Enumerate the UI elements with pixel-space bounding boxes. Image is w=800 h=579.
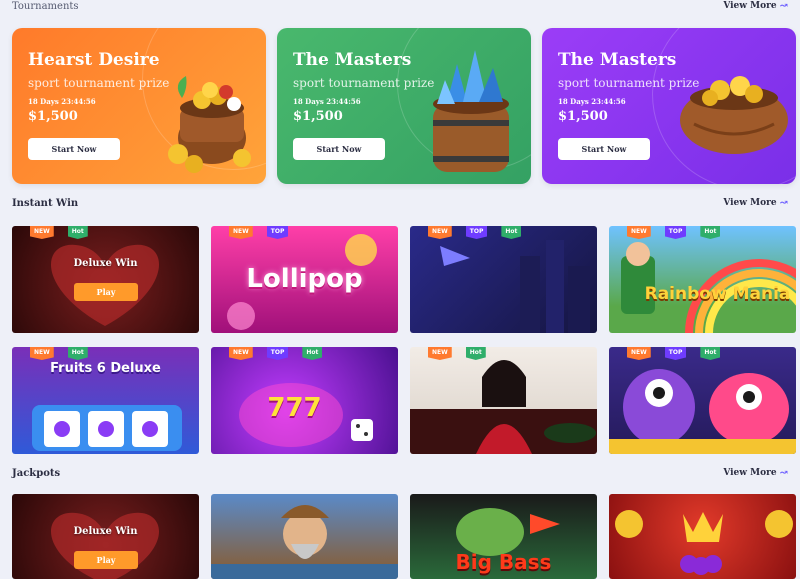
game-tile[interactable] <box>211 494 398 579</box>
game-tile[interactable]: NEW TOP Hot 777 <box>211 347 398 454</box>
play-button[interactable]: Play <box>74 551 138 569</box>
tournament-timer: 18 Days 23:44:56 <box>293 97 361 106</box>
game-tile[interactable]: NEW TOP Hot <box>609 347 796 454</box>
tournaments-header: Tournaments View More ↝ <box>12 0 788 14</box>
start-now-button[interactable]: Start Now <box>293 138 385 160</box>
tag-new: NEW <box>229 347 253 360</box>
game-tile[interactable]: NEW TOP Lollipop <box>211 226 398 333</box>
game-tile[interactable]: NEW TOP Hot Rainbow Mania <box>609 226 796 333</box>
tag-new: NEW <box>229 226 253 239</box>
overlay-title: Deluxe Win <box>73 258 138 269</box>
tag-new: NEW <box>428 347 452 360</box>
heart-artwork <box>50 244 160 326</box>
tag-row: NEW Hot <box>30 226 88 239</box>
play-button[interactable]: Play <box>74 283 138 301</box>
live-dealer-artwork <box>410 360 597 454</box>
game-title: Rainbow Mania <box>644 284 791 304</box>
tag-hot: Hot <box>67 226 88 239</box>
monsters-artwork <box>609 369 796 454</box>
fisherman-artwork <box>211 505 398 579</box>
crystal-barrel-illustration <box>433 50 509 172</box>
tournament-card[interactable]: Hearst Desire sport tournament prize 18 … <box>12 28 266 184</box>
tag-new: NEW <box>627 347 651 360</box>
tag-top: TOP <box>266 226 289 239</box>
section-title: Tournaments <box>12 0 79 12</box>
tag-new: NEW <box>627 226 651 239</box>
tournament-prize: $1,500 <box>558 109 608 124</box>
start-now-button[interactable]: Start Now <box>28 138 120 160</box>
start-now-button[interactable]: Start Now <box>558 138 650 160</box>
crown-fruits-artwork <box>615 510 793 575</box>
game-tile[interactable]: NEW Hot Deluxe Win Play <box>12 226 199 333</box>
tag-new: NEW <box>30 226 54 239</box>
tag-top: TOP <box>664 347 687 360</box>
tag-top: TOP <box>465 226 488 239</box>
tournament-card[interactable]: The Masters sport tournament prize 18 Da… <box>277 28 531 184</box>
rainbow-artwork <box>621 242 796 333</box>
tag-top: TOP <box>266 347 289 360</box>
tag-new: NEW <box>428 226 452 239</box>
tournament-timer: 18 Days 23:44:56 <box>28 97 96 106</box>
view-more-link[interactable]: View More ↝ <box>723 198 788 209</box>
tag-row: NEW TOP Hot <box>428 226 522 239</box>
game-tile[interactable] <box>609 494 796 579</box>
game-title: 777 <box>267 393 322 423</box>
view-more-link[interactable]: View More ↝ <box>723 468 788 479</box>
tournament-subtitle: sport tournament prize <box>293 76 435 90</box>
game-title: Fruits 6 Deluxe <box>50 361 161 376</box>
game-title: Big Bass <box>455 550 552 574</box>
game-tile[interactable]: NEW Hot <box>410 347 597 454</box>
gold-pot-illustration <box>680 76 788 154</box>
section-title: Jackpots <box>12 467 61 479</box>
game-tile[interactable]: NEW TOP Hot <box>410 226 597 333</box>
tournament-title: The Masters <box>293 50 412 70</box>
instant-win-header: Instant Win View More ↝ <box>12 195 788 211</box>
tag-hot: Hot <box>302 347 323 360</box>
tournament-title: The Masters <box>558 50 677 70</box>
tag-hot: Hot <box>67 347 88 360</box>
tournament-subtitle: sport tournament prize <box>558 76 700 90</box>
tag-row: NEW TOP <box>229 226 289 239</box>
tag-hot: Hot <box>501 226 522 239</box>
tag-hot: Hot <box>700 347 721 360</box>
overlay-title: Deluxe Win <box>73 526 138 537</box>
jackpots-header: Jackpots View More ↝ <box>12 465 788 481</box>
dark-city-artwork <box>440 240 590 333</box>
game-tile[interactable]: Big Bass <box>410 494 597 579</box>
game-tile[interactable]: Deluxe Win Play <box>12 494 199 579</box>
tag-hot: Hot <box>465 347 486 360</box>
tournament-prize: $1,500 <box>293 109 343 124</box>
tag-top: TOP <box>664 226 687 239</box>
tournament-prize: $1,500 <box>28 109 78 124</box>
tournament-card[interactable]: The Masters sport tournament prize 18 Da… <box>542 28 796 184</box>
trend-arrow-icon: ↝ <box>779 197 788 209</box>
tag-row: NEW Hot <box>428 347 486 360</box>
trend-arrow-icon: ↝ <box>779 467 788 479</box>
tag-hot: Hot <box>700 226 721 239</box>
tag-row: NEW TOP Hot <box>627 347 721 360</box>
section-title: Instant Win <box>12 197 79 209</box>
tag-row: NEW TOP Hot <box>627 226 721 239</box>
tournament-subtitle: sport tournament prize <box>28 76 170 90</box>
trend-arrow-icon: ↝ <box>779 0 788 12</box>
tournament-title: Hearst Desire <box>28 50 160 70</box>
game-tile[interactable]: NEW Hot Fruits 6 Deluxe <box>12 347 199 454</box>
tag-row: NEW Hot <box>30 347 88 360</box>
tournament-timer: 18 Days 23:44:56 <box>558 97 626 106</box>
tag-new: NEW <box>30 347 54 360</box>
tag-row: NEW TOP Hot <box>229 347 323 360</box>
view-more-link[interactable]: View More ↝ <box>723 1 788 12</box>
game-title: Lollipop <box>246 264 363 294</box>
